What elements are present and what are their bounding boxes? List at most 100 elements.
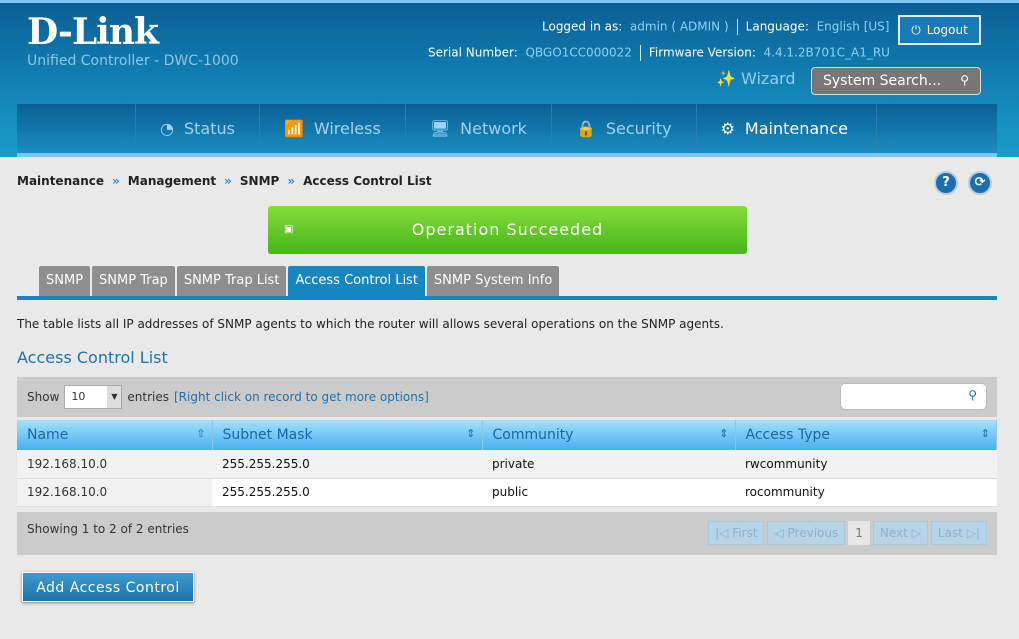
serial-value: QBGO1CC000022: [525, 45, 632, 60]
tab-snmp-trap[interactable]: SNMP Trap: [92, 266, 175, 296]
add-access-control-button[interactable]: Add Access Control: [22, 572, 194, 602]
sort-icon: ⇕: [466, 427, 476, 440]
wand-icon: ✨: [716, 69, 736, 88]
computer-icon: 🖥: [429, 119, 451, 138]
cell-subnet-mask: 255.255.255.0: [212, 450, 482, 479]
cell-access-type: rocommunity: [735, 478, 997, 507]
next-label: Next: [879, 526, 908, 540]
table-row[interactable]: 192.168.10.0 255.255.255.0 private rwcommun…: [17, 450, 997, 479]
cell-subnet-mask: 255.255.255.0: [212, 478, 482, 507]
entries-count: Showing 1 to 2 of 2 entries: [27, 522, 189, 536]
nav-status[interactable]: ◔ Status: [135, 104, 259, 153]
tab-snmp[interactable]: SNMP: [39, 266, 91, 296]
breadcrumb-item[interactable]: SNMP: [240, 174, 279, 188]
cell-name: 192.168.10.0: [17, 450, 212, 479]
tab-snmp-system-info[interactable]: SNMP System Info: [426, 266, 560, 296]
entries-label: entries: [127, 390, 169, 404]
help-icon[interactable]: ?: [934, 171, 958, 195]
column-header-access-type[interactable]: Access Type ⇕: [735, 420, 997, 450]
last-page-button[interactable]: Last ▷|: [930, 521, 987, 545]
acl-table: Name ⇧ Subnet Mask ⇕ Community ⇕ Access Typ…: [17, 420, 997, 507]
logged-label: Logged in as:: [542, 19, 623, 34]
nav-label: Security: [605, 119, 672, 138]
column-label: Access Type: [745, 427, 831, 443]
column-header-subnet-mask[interactable]: Subnet Mask ⇕: [212, 420, 483, 450]
last-label: Last: [937, 526, 963, 540]
dlink-logo: D-Link: [27, 11, 159, 53]
column-header-name[interactable]: Name ⇧: [17, 420, 213, 450]
nav-label: Network: [460, 119, 527, 138]
nav-label: Wireless: [313, 119, 381, 138]
cell-community: public: [482, 478, 735, 507]
pagination: |◁ First ◁ Previous 1 Next ▷ Last ▷|: [708, 521, 987, 545]
column-label: Name: [27, 427, 69, 443]
first-label: First: [732, 526, 758, 540]
logout-label: Logout: [926, 23, 968, 37]
nav-network[interactable]: 🖥 Network: [404, 104, 551, 153]
table-row[interactable]: 192.168.10.0 255.255.255.0 public rocommuni…: [17, 478, 997, 507]
table-footer: Showing 1 to 2 of 2 entries |◁ First ◁ P…: [17, 512, 997, 555]
entries-value: 10: [71, 390, 86, 403]
sort-icon: ⇕: [719, 427, 729, 440]
column-label: Subnet Mask: [222, 427, 313, 443]
banner-text: Operation Succeeded: [411, 220, 604, 239]
breadcrumb-item[interactable]: Maintenance: [17, 174, 104, 188]
lock-icon: 🔒: [575, 119, 596, 138]
search-icon: ⚲: [968, 388, 977, 402]
wizard-link[interactable]: ✨ Wizard: [716, 69, 796, 88]
right-click-hint: [Right click on record to get more optio…: [174, 390, 429, 404]
device-info: Serial Number: QBGO1CC000022 Firmware Ver…: [428, 45, 890, 61]
sort-asc-icon: ⇧: [196, 427, 206, 440]
tab-access-control-list[interactable]: Access Control List: [288, 266, 425, 296]
tab-bar: SNMP SNMP Trap SNMP Trap List Access Con…: [17, 266, 997, 300]
user-link[interactable]: admin ( ADMIN ): [630, 20, 729, 34]
next-page-button[interactable]: Next ▷: [872, 521, 928, 545]
column-header-community[interactable]: Community ⇕: [482, 420, 736, 450]
refresh-icon[interactable]: ⟳: [968, 171, 992, 195]
chevron-down-icon: ▼: [107, 386, 122, 408]
table-toolbar: Show 10 ▼ entries [Right click on record …: [17, 377, 997, 417]
nav-maintenance[interactable]: ⚙ Maintenance: [695, 104, 877, 153]
main-nav: ◔ Status 📶 Wireless 🖥 Network 🔒 Security ⚙ Ma…: [17, 104, 997, 157]
nav-label: Maintenance: [744, 119, 848, 138]
column-label: Community: [492, 427, 574, 443]
tab-snmp-trap-list[interactable]: SNMP Trap List: [176, 266, 287, 296]
product-subtitle: Unified Controller - DWC-1000: [27, 53, 239, 69]
table-search-input[interactable]: ⚲: [840, 383, 987, 410]
first-page-button[interactable]: |◁ First: [708, 521, 765, 545]
wizard-label: Wizard: [741, 69, 796, 88]
login-info: Logged in as: admin ( ADMIN ) Language: E…: [542, 19, 889, 35]
wifi-icon: 📶: [283, 119, 304, 138]
status-icon: ▣: [284, 224, 295, 235]
firmware-label: Firmware Version:: [648, 45, 756, 60]
firmware-value: 4.4.1.2B701C_A1_RU: [763, 45, 890, 60]
sort-icon: ⇕: [980, 427, 990, 440]
page-description: The table lists all IP addresses of SNMP…: [17, 317, 724, 331]
language-link[interactable]: English [US]: [817, 20, 890, 34]
previous-page-button[interactable]: ◁ Previous: [767, 521, 846, 545]
power-icon: ⏻: [911, 22, 921, 37]
nav-label: Status: [183, 119, 235, 138]
cell-community: private: [482, 450, 735, 479]
cell-access-type: rwcommunity: [735, 450, 997, 479]
breadcrumb-item[interactable]: Management: [128, 174, 216, 188]
cell-name: 192.168.10.0: [17, 478, 212, 507]
breadcrumb-item: Access Control List: [303, 174, 432, 188]
gauge-icon: ◔: [160, 119, 174, 138]
previous-label: Previous: [787, 526, 839, 540]
success-banner: ▣ Operation Succeeded: [268, 206, 747, 254]
system-search-input[interactable]: System Search... ⚲: [811, 67, 981, 95]
nav-security[interactable]: 🔒 Security: [550, 104, 696, 153]
gears-icon: ⚙: [720, 119, 735, 138]
breadcrumb: Maintenance» Management» SNMP» Access Contr…: [17, 174, 432, 188]
entries-select[interactable]: 10 ▼: [64, 385, 123, 409]
serial-label: Serial Number:: [428, 45, 518, 60]
nav-wireless[interactable]: 📶 Wireless: [258, 104, 405, 153]
search-placeholder: System Search...: [823, 73, 942, 89]
language-label: Language:: [745, 19, 809, 34]
section-title: Access Control List: [17, 348, 168, 367]
show-label: Show: [27, 390, 60, 404]
logout-button[interactable]: ⏻ Logout: [898, 15, 981, 45]
page-number[interactable]: 1: [848, 521, 870, 545]
search-icon: ⚲: [960, 73, 969, 87]
